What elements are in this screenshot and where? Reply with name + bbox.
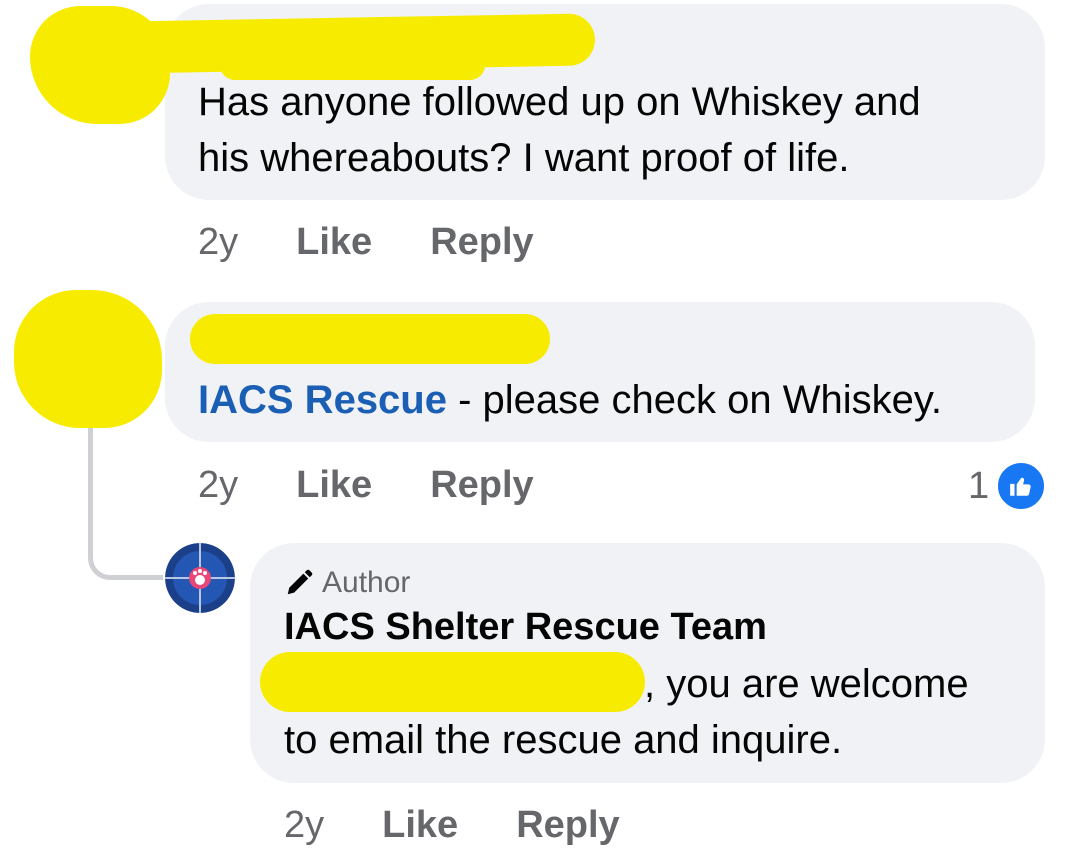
like-button[interactable]: Like [296,221,372,264]
pencil-icon [284,568,314,598]
comment-thread: Has anyone followed up on Whiskey and hi… [0,0,1080,864]
author-name[interactable]: IACS Shelter Rescue Team [284,606,767,649]
reaction-count: 1 [968,464,990,507]
comment-text-body: - please check on Whiskey. [446,378,943,422]
author-badge: Author [284,566,410,600]
reaction-summary[interactable]: 1 [968,460,1048,512]
comment-text-line: Has anyone followed up on Whiskey and [198,80,921,124]
timestamp[interactable]: 2y [198,464,238,507]
reply-actions: 2y Like Reply [284,804,678,847]
reply-button[interactable]: Reply [430,221,533,264]
comment-actions: 2y Like Reply [198,464,592,507]
like-button[interactable]: Like [382,804,458,847]
author-badge-label: Author [322,566,411,599]
comment-text-line: his whereabouts? I want proof of life. [198,136,850,180]
reply-text-line: , you are welcome [644,662,969,706]
timestamp[interactable]: 2y [198,221,238,264]
reply-button[interactable]: Reply [430,464,533,507]
mention-link[interactable]: IACS Rescue [198,378,447,422]
reply-text-line: to email the rescue and inquire. [284,718,843,762]
timestamp[interactable]: 2y [284,804,324,847]
avatar[interactable] [165,543,235,613]
comment-actions: 2y Like Reply [198,221,592,264]
redacted-avatar [14,290,162,428]
comment-text: Has anyone followed up on Whiskey and hi… [198,74,921,186]
like-button[interactable]: Like [296,464,372,507]
thumbs-up-icon [995,460,1048,512]
comment-text: IACS Rescue - please check on Whiskey. [198,372,942,428]
thread-connector-line [88,420,163,580]
reply-text: , you are welcome to email the rescue an… [284,656,969,768]
reply-button[interactable]: Reply [516,804,619,847]
redacted-name [190,314,550,364]
